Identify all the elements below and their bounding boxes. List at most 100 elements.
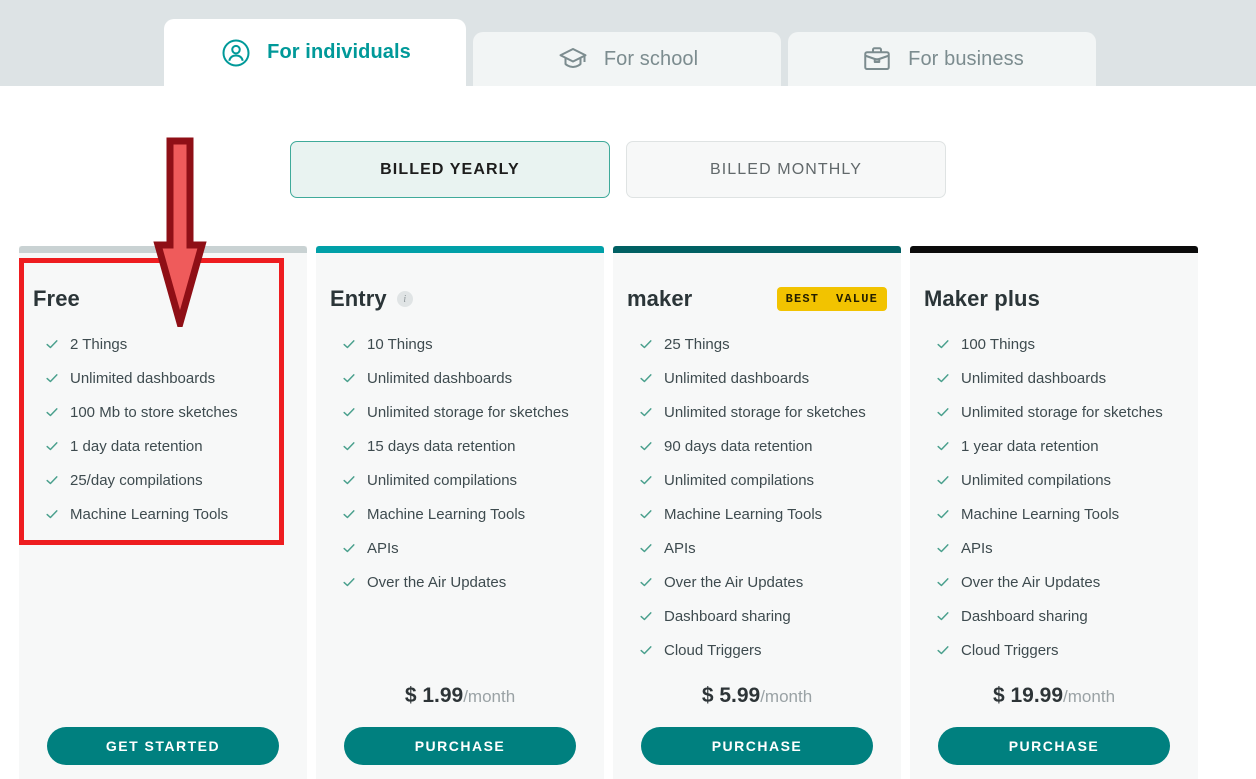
feature-item: Dashboard sharing: [639, 599, 887, 633]
card-accent-bar: [613, 246, 901, 253]
check-icon: [46, 442, 58, 451]
card-body: Entry i 10 Things Unlimited dashboards U…: [316, 253, 604, 779]
feature-label: 10 Things: [367, 335, 433, 353]
billed-yearly-button[interactable]: BILLED YEARLY: [290, 141, 610, 198]
check-icon: [937, 442, 949, 451]
feature-item: Over the Air Updates: [342, 565, 590, 599]
check-icon: [640, 476, 652, 485]
feature-label: APIs: [664, 539, 696, 557]
feature-item: APIs: [342, 531, 590, 565]
check-icon: [343, 442, 355, 451]
feature-label: Machine Learning Tools: [70, 505, 229, 523]
feature-item: Machine Learning Tools: [936, 497, 1184, 531]
audience-tab-bar: For individuals For school For business: [0, 0, 1256, 86]
feature-label: APIs: [367, 539, 399, 557]
check-icon: [937, 340, 949, 349]
feature-label: 2 Things: [70, 335, 128, 353]
check-icon: [937, 646, 949, 655]
purchase-button[interactable]: PURCHASE: [344, 727, 576, 765]
feature-label: Unlimited storage for sketches: [367, 403, 569, 421]
check-icon: [937, 476, 949, 485]
check-icon: [46, 408, 58, 417]
feature-item: APIs: [639, 531, 887, 565]
feature-item: Unlimited compilations: [342, 463, 590, 497]
feature-item: 15 days data retention: [342, 429, 590, 463]
feature-item: Unlimited storage for sketches: [342, 395, 590, 429]
feature-item: Unlimited compilations: [936, 463, 1184, 497]
feature-list: 10 Things Unlimited dashboards Unlimited…: [330, 327, 590, 599]
user-circle-icon: [219, 36, 253, 70]
plan-name: Maker plus: [924, 286, 1040, 311]
check-icon: [343, 510, 355, 519]
tab-label-school: For school: [603, 47, 699, 70]
feature-label: Dashboard sharing: [664, 607, 791, 625]
card-header: Entry i: [330, 271, 590, 327]
check-icon: [640, 374, 652, 383]
feature-list: 100 Things Unlimited dashboards Unlimite…: [924, 327, 1184, 667]
feature-label: Machine Learning Tools: [961, 505, 1120, 523]
feature-item: Unlimited dashboards: [936, 361, 1184, 395]
check-icon: [343, 578, 355, 587]
check-icon: [937, 578, 949, 587]
feature-item: 1 day data retention: [45, 429, 293, 463]
feature-item: Cloud Triggers: [639, 633, 887, 667]
check-icon: [640, 646, 652, 655]
purchase-button[interactable]: PURCHASE: [938, 727, 1170, 765]
feature-label: 100 Mb to store sketches: [70, 403, 238, 421]
feature-label: Over the Air Updates: [664, 573, 804, 591]
check-icon: [640, 510, 652, 519]
check-icon: [640, 340, 652, 349]
feature-label: 25 Things: [664, 335, 730, 353]
tab-for-individuals[interactable]: For individuals: [164, 19, 466, 86]
feature-item: Unlimited dashboards: [639, 361, 887, 395]
plan-cards: Free 2 Things Unlimited dashboards 100 M…: [19, 246, 1241, 779]
feature-label: Machine Learning Tools: [367, 505, 526, 523]
billed-monthly-button[interactable]: BILLED MONTHLY: [626, 141, 946, 198]
purchase-button[interactable]: PURCHASE: [641, 727, 873, 765]
feature-label: Unlimited storage for sketches: [664, 403, 866, 421]
check-icon: [937, 612, 949, 621]
feature-label: 15 days data retention: [367, 437, 516, 455]
check-icon: [937, 374, 949, 383]
info-icon[interactable]: i: [396, 291, 413, 307]
feature-item: Machine Learning Tools: [639, 497, 887, 531]
card-accent-bar: [19, 246, 307, 253]
price-row: [33, 681, 293, 711]
tab-for-school[interactable]: For school: [473, 32, 781, 86]
feature-item: Over the Air Updates: [936, 565, 1184, 599]
feature-label: Over the Air Updates: [961, 573, 1101, 591]
card-body: maker BEST VALUE 25 Things Unlimited das…: [613, 253, 901, 779]
price-row: $ 1.99/month: [330, 681, 590, 711]
price-period: /month: [463, 687, 516, 706]
feature-item: Over the Air Updates: [639, 565, 887, 599]
feature-label: Machine Learning Tools: [664, 505, 823, 523]
feature-item: Unlimited storage for sketches: [639, 395, 887, 429]
feature-item: Unlimited dashboards: [342, 361, 590, 395]
price-amount: $ 5.99: [701, 684, 761, 707]
check-icon: [640, 544, 652, 553]
card-accent-bar: [316, 246, 604, 253]
feature-label: 90 days data retention: [664, 437, 813, 455]
plan-card-entry: Entry i 10 Things Unlimited dashboards U…: [316, 246, 604, 779]
audience-tabs: For individuals For school For business: [164, 19, 1096, 86]
feature-item: Cloud Triggers: [936, 633, 1184, 667]
price-period: /month: [760, 687, 813, 706]
tab-for-business[interactable]: For business: [788, 32, 1096, 86]
check-icon: [343, 340, 355, 349]
graduation-cap-icon: [556, 42, 590, 76]
feature-item: Unlimited storage for sketches: [936, 395, 1184, 429]
feature-item: Unlimited compilations: [639, 463, 887, 497]
plan-card-maker-plus: Maker plus 100 Things Unlimited dashboar…: [910, 246, 1198, 779]
feature-list: 25 Things Unlimited dashboards Unlimited…: [627, 327, 887, 667]
feature-item: APIs: [936, 531, 1184, 565]
feature-item: 2 Things: [45, 327, 293, 361]
feature-item: 10 Things: [342, 327, 590, 361]
plan-card-maker: maker BEST VALUE 25 Things Unlimited das…: [613, 246, 901, 779]
get-started-button[interactable]: GET STARTED: [47, 727, 279, 765]
check-icon: [937, 544, 949, 553]
feature-label: Dashboard sharing: [961, 607, 1088, 625]
feature-label: Cloud Triggers: [664, 641, 762, 659]
feature-label: Over the Air Updates: [367, 573, 507, 591]
feature-label: Cloud Triggers: [961, 641, 1059, 659]
check-icon: [640, 408, 652, 417]
